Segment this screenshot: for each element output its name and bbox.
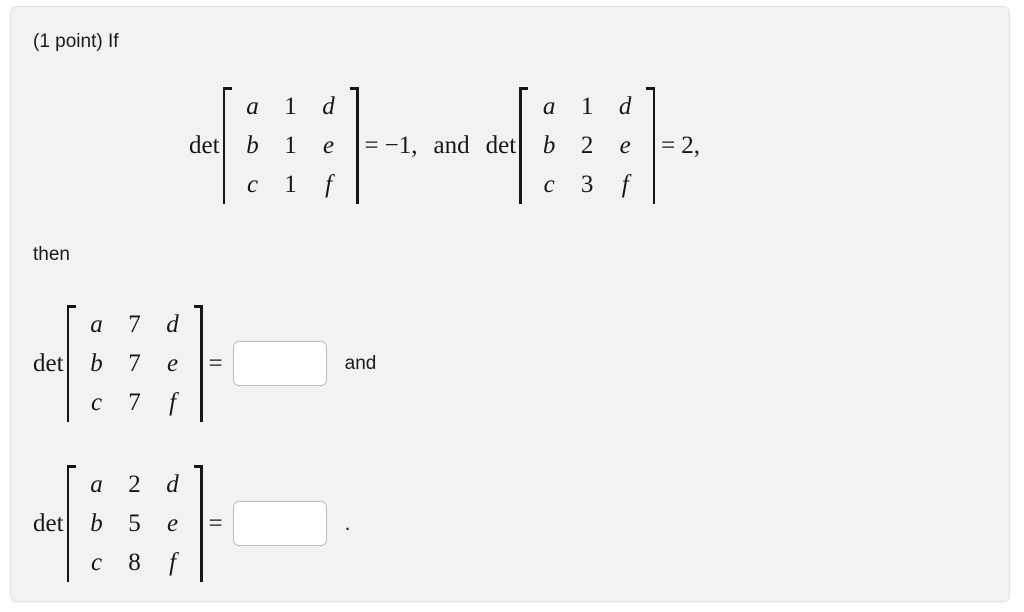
right-bracket-icon (644, 87, 656, 204)
then-label: then (33, 244, 70, 265)
matrix-cell: d (166, 311, 179, 338)
right-bracket-icon (192, 465, 203, 582)
matrix-cell: a (90, 311, 103, 338)
matrix-cell: c (90, 549, 103, 576)
matrix-cell: d (618, 93, 632, 120)
question-row-1: det a 7 d b 7 e c 7 f = and (33, 303, 376, 424)
matrix-cell: 7 (128, 350, 141, 377)
matrix-cell: b (542, 132, 556, 159)
matrix-row: a 7 d (78, 305, 192, 344)
matrix-cell: f (325, 171, 333, 198)
matrix-row: a 1 d (234, 87, 348, 126)
matrix-cell: e (166, 350, 179, 377)
matrix-question-2: a 2 d b 5 e c 8 f (66, 463, 203, 584)
matrix-row: b 1 e (234, 126, 348, 165)
matrix-row: c 3 f (530, 165, 644, 204)
matrix-cell: 7 (128, 311, 141, 338)
matrix-cell: e (619, 132, 631, 159)
matrix-cell: a (90, 471, 103, 498)
equals-sign-given-1: = (364, 131, 379, 159)
matrix-cell: 5 (128, 510, 141, 537)
conjunction-math: and (433, 131, 470, 159)
det-label-given-2: det (485, 131, 517, 159)
matrix-row: c 1 f (234, 165, 348, 204)
matrix-cell: f (169, 389, 177, 416)
problem-panel: (1 point) If det a 1 d b 1 e c 1 f = −1,… (10, 6, 1010, 602)
given-value-2: 2, (681, 131, 701, 159)
matrix-cell: 1 (284, 132, 297, 159)
left-bracket-icon (66, 305, 78, 422)
matrix-cell: f (621, 171, 629, 198)
det-label-question-2: det (33, 509, 64, 537)
trailing-text-1: and (344, 352, 377, 374)
left-bracket-icon (222, 87, 234, 204)
det-label-given-1: det (189, 131, 220, 159)
question-row-2: det a 2 d b 5 e c 8 f = . (33, 463, 351, 584)
matrix-cell: 2 (128, 471, 141, 498)
equals-sign-question-1: = (208, 349, 223, 377)
right-bracket-icon (192, 305, 203, 422)
matrix-cell: e (166, 510, 179, 537)
matrix-row: b 5 e (78, 504, 192, 543)
equals-sign-given-2: = (661, 131, 676, 159)
matrix-cell: c (246, 171, 259, 198)
matrix-cell: b (90, 350, 103, 377)
matrix-cell: 8 (128, 549, 141, 576)
matrix-row: b 2 e (530, 126, 644, 165)
matrix-row: c 8 f (78, 543, 192, 582)
matrix-row: b 7 e (78, 344, 192, 383)
problem-prompt: (1 point) If (33, 31, 119, 52)
right-bracket-icon (348, 87, 359, 204)
matrix-given-2: a 1 d b 2 e c 3 f (519, 85, 656, 206)
matrix-cell: e (322, 132, 335, 159)
answer-input-1[interactable] (232, 341, 327, 386)
answer-input-2[interactable] (232, 501, 327, 546)
left-bracket-icon (519, 87, 530, 204)
matrix-cell: c (90, 389, 103, 416)
equals-sign-question-2: = (208, 509, 223, 537)
matrix-cell: 3 (580, 171, 594, 198)
matrix-row: c 7 f (78, 383, 192, 422)
det-label-question-1: det (33, 349, 64, 377)
matrix-cell: a (246, 93, 259, 120)
matrix-given-1: a 1 d b 1 e c 1 f (222, 85, 359, 206)
matrix-cell: 7 (128, 389, 141, 416)
matrix-row: a 1 d (530, 87, 644, 126)
matrix-row: a 2 d (78, 465, 192, 504)
trailing-text-2: . (344, 511, 351, 535)
matrix-cell: f (169, 549, 177, 576)
matrix-cell: b (90, 510, 103, 537)
matrix-cell: 1 (284, 93, 297, 120)
given-equations: det a 1 d b 1 e c 1 f = −1, and det a 1 … (189, 85, 700, 206)
matrix-cell: b (246, 132, 259, 159)
matrix-question-1: a 7 d b 7 e c 7 f (66, 303, 203, 424)
matrix-cell: 2 (580, 132, 594, 159)
matrix-cell: 1 (580, 93, 594, 120)
matrix-cell: c (543, 171, 555, 198)
given-value-1: −1, (384, 131, 418, 159)
matrix-cell: d (166, 471, 179, 498)
left-bracket-icon (66, 465, 78, 582)
matrix-cell: a (542, 93, 556, 120)
matrix-cell: d (322, 93, 335, 120)
matrix-cell: 1 (284, 171, 297, 198)
